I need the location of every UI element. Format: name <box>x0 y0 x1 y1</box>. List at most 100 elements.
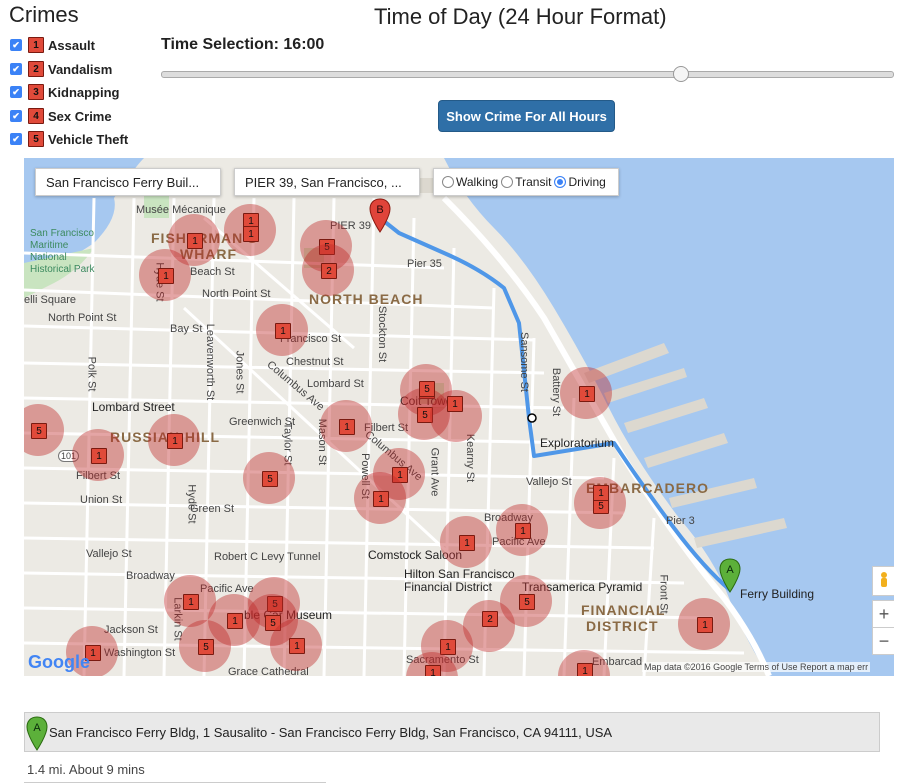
mode-label: Walking <box>456 175 499 189</box>
checkbox-checked-icon[interactable]: ✔ <box>10 133 22 145</box>
crime-marker[interactable]: 1 <box>697 617 713 633</box>
radio-selected-icon[interactable] <box>554 176 567 188</box>
crime-badge: 4 <box>28 108 44 124</box>
marker-a-icon[interactable]: A <box>718 558 742 594</box>
crime-filter-vandalism[interactable]: ✔ 2 Vandalism <box>10 59 112 79</box>
show-all-hours-button[interactable]: Show Crime For All Hours <box>438 100 615 132</box>
crime-marker[interactable]: 5 <box>31 423 47 439</box>
street-label: Leavenworth St <box>204 323 217 401</box>
street-label: Kearny St <box>464 433 477 483</box>
crime-label: Assault <box>48 37 95 53</box>
map[interactable]: Musée Mécanique FISHERMAN'S WHARF San Fr… <box>24 158 894 676</box>
map-label-ferry: Ferry Building <box>740 587 815 601</box>
crime-marker[interactable]: 1 <box>183 594 199 610</box>
crime-marker[interactable]: 1 <box>425 665 441 676</box>
crime-marker[interactable]: 1 <box>339 419 355 435</box>
park-label: San Francisco <box>30 228 94 239</box>
map-label-exploratorium: Exploratorium <box>540 436 615 450</box>
crime-marker[interactable]: 1 <box>289 638 305 654</box>
crime-marker[interactable]: 1 <box>227 613 243 629</box>
street-label: Jackson St <box>104 624 158 636</box>
street-label: Vallejo St <box>86 548 132 560</box>
crime-label: Kidnapping <box>48 84 120 100</box>
crime-marker[interactable]: 1 <box>577 663 593 676</box>
street-label: Bay St <box>170 323 203 335</box>
map-label-musee: Musée Mécanique <box>136 204 226 216</box>
crime-marker[interactable]: 1 <box>593 485 609 501</box>
crime-filter-sex-crime[interactable]: ✔ 4 Sex Crime <box>10 106 112 126</box>
crime-marker[interactable]: 1 <box>187 233 203 249</box>
crime-marker[interactable]: 5 <box>262 471 278 487</box>
crime-marker[interactable]: 5 <box>419 381 435 397</box>
crime-marker[interactable]: 1 <box>447 396 463 412</box>
radio-icon[interactable] <box>501 176 514 188</box>
map-label-lombard-street: Lombard Street <box>92 400 175 414</box>
route-summary: 1.4 mi. About 9 mins <box>27 762 145 777</box>
marker-b-icon[interactable]: B <box>368 198 392 234</box>
origin-input[interactable]: San Francisco Ferry Buil... <box>35 168 221 196</box>
crime-marker[interactable]: 1 <box>167 433 183 449</box>
crime-marker[interactable]: 1 <box>515 523 531 539</box>
map-label-hilton-fd: Financial District <box>404 580 493 594</box>
street-label: Sansome St <box>517 332 530 392</box>
mode-transit[interactable]: Transit <box>501 175 551 189</box>
crime-marker[interactable]: 2 <box>321 263 337 279</box>
street-label: Jones St <box>233 350 246 394</box>
travel-mode-selector: Walking Transit Driving <box>433 168 619 196</box>
street-label: Polk St <box>85 356 98 392</box>
zoom-out-button[interactable]: − <box>872 627 894 655</box>
checkbox-checked-icon[interactable]: ✔ <box>10 39 22 51</box>
street-label: Vallejo St <box>526 476 572 488</box>
crime-marker[interactable]: 1 <box>243 226 259 242</box>
marker-a-small-icon: A <box>26 716 48 751</box>
street-label: Hyde St <box>185 484 198 524</box>
crime-filter-assault[interactable]: ✔ 1 Assault <box>10 35 95 55</box>
street-label: Chestnut St <box>286 356 344 368</box>
street-label: Union St <box>80 494 123 506</box>
marker-b-label: B <box>376 204 383 216</box>
crime-marker[interactable]: 1 <box>91 448 107 464</box>
street-view-pegman-icon[interactable] <box>872 566 894 596</box>
street-label: Front St <box>657 574 670 614</box>
park-label: National <box>30 252 67 263</box>
checkbox-checked-icon[interactable]: ✔ <box>10 63 22 75</box>
google-logo: Google <box>28 652 90 672</box>
crime-badge: 3 <box>28 84 44 100</box>
district-district: DISTRICT <box>586 618 659 634</box>
crime-filter-kidnapping[interactable]: ✔ 3 Kidnapping <box>10 82 120 102</box>
crime-marker[interactable]: 1 <box>440 639 456 655</box>
time-slider-thumb[interactable] <box>673 66 689 82</box>
checkbox-checked-icon[interactable]: ✔ <box>10 86 22 98</box>
crime-label: Sex Crime <box>48 108 112 124</box>
map-footer: Map data ©2016 Google Terms of Use Repor… <box>642 662 871 672</box>
mode-walking[interactable]: Walking <box>442 175 498 189</box>
map-label-ghirardelli: elli Square <box>24 294 76 306</box>
destination-input[interactable]: PIER 39, San Francisco, ... <box>234 168 420 196</box>
mode-label: Transit <box>515 175 552 189</box>
zoom-in-button[interactable]: + <box>872 600 894 628</box>
crime-marker[interactable]: 1 <box>275 323 291 339</box>
crime-marker[interactable]: 5 <box>519 594 535 610</box>
crime-marker[interactable]: 1 <box>158 268 174 284</box>
mode-driving[interactable]: Driving <box>554 175 606 189</box>
street-label: Grant Ave <box>428 447 441 497</box>
crimes-title: Crimes <box>9 2 79 27</box>
checkbox-checked-icon[interactable]: ✔ <box>10 110 22 122</box>
route-start-bar: A San Francisco Ferry Bldg, 1 Sausalito … <box>24 712 880 752</box>
crime-marker[interactable]: 1 <box>579 386 595 402</box>
crime-label: Vandalism <box>48 61 113 77</box>
crime-marker[interactable]: 5 <box>198 639 214 655</box>
time-selection-label: Time Selection: 16:00 <box>161 36 325 53</box>
time-slider-track[interactable] <box>161 71 894 78</box>
crime-filter-vehicle-theft[interactable]: ✔ 5 Vehicle Theft <box>10 129 128 149</box>
crime-label: Vehicle Theft <box>48 131 129 147</box>
radio-icon[interactable] <box>442 176 454 188</box>
map-label-pier3: Pier 3 <box>666 515 695 527</box>
crime-badge: 1 <box>28 37 44 53</box>
map-label-tunnel: Robert C Levy Tunnel <box>214 551 321 563</box>
crime-badge: 5 <box>28 131 44 147</box>
crime-marker[interactable]: 1 <box>459 535 475 551</box>
street-label: Broadway <box>126 570 175 582</box>
crime-marker[interactable]: 1 <box>373 491 389 507</box>
crime-marker[interactable]: 2 <box>482 611 498 627</box>
